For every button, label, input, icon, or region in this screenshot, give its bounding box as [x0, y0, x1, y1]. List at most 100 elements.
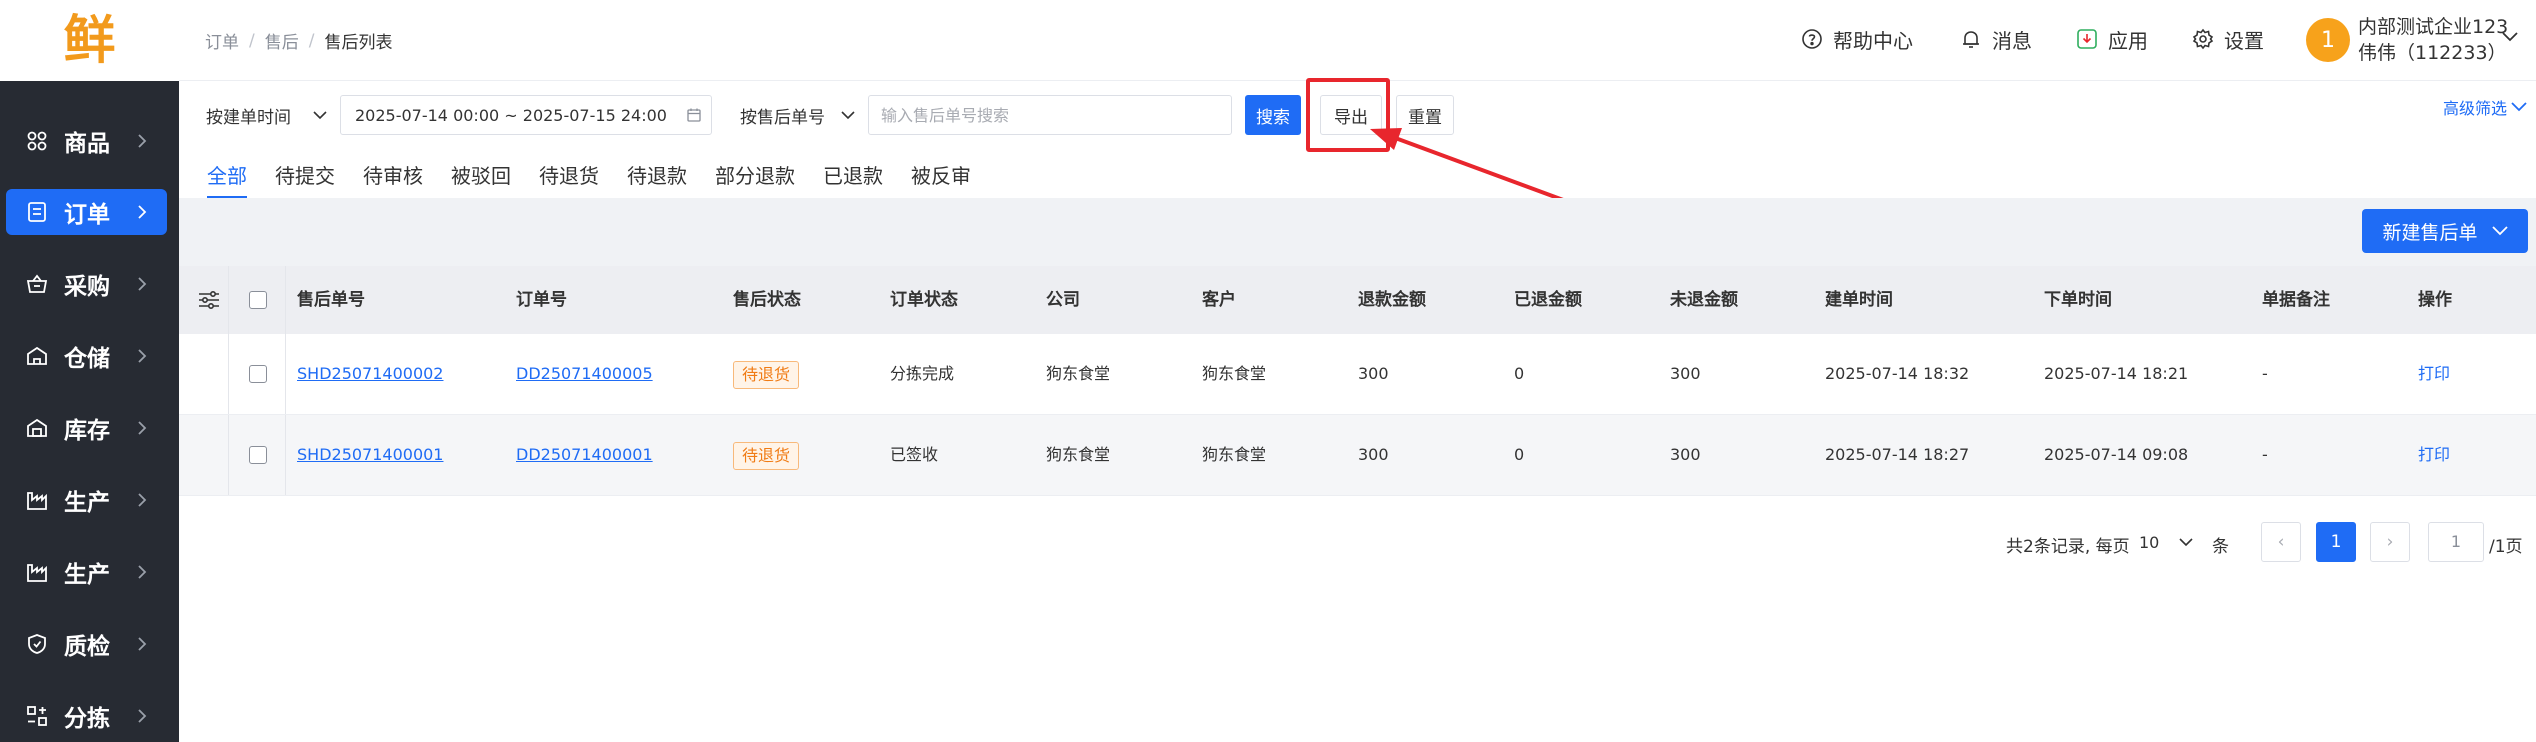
sidebar-item-production[interactable]: 生产 — [6, 477, 167, 523]
date-range-picker[interactable]: 2025-07-14 00:00 ~ 2025-07-15 24:00 — [340, 95, 712, 135]
sidebar-item-label: 采购 — [64, 274, 110, 300]
aftersale-no-link[interactable]: SHD25071400002 — [297, 364, 443, 383]
factory-icon — [24, 487, 50, 513]
total-pages: /1页 — [2489, 537, 2523, 557]
tab-reversed[interactable]: 被反审 — [911, 160, 971, 199]
apps-label: 应用 — [2108, 28, 2148, 53]
new-aftersale-button[interactable]: 新建售后单 — [2362, 209, 2528, 253]
chevron-down-icon — [2179, 537, 2193, 546]
col-refunded: 已退金额 — [1514, 290, 1582, 310]
created-at-cell: 2025-07-14 18:27 — [1825, 445, 1970, 464]
grid-icon — [24, 128, 50, 154]
avatar[interactable]: 1 — [2306, 18, 2350, 62]
customer-cell: 狗东食堂 — [1202, 364, 1267, 383]
chevron-right-icon — [135, 565, 149, 579]
sidebar-item-production-2[interactable]: 生产 — [6, 549, 167, 595]
search-button[interactable]: 搜索 — [1245, 95, 1301, 135]
chevron-right-icon — [135, 134, 149, 148]
aftersale-no-search-input[interactable] — [868, 95, 1232, 135]
row-checkbox[interactable] — [249, 446, 267, 464]
sidebar-item-sorting[interactable]: 分拣 — [6, 693, 167, 739]
basket-icon — [24, 271, 50, 297]
apps-icon — [2077, 29, 2097, 49]
column-divider — [285, 415, 286, 495]
sidebar-item-purchase[interactable]: 采购 — [6, 261, 167, 307]
export-button[interactable]: 导出 — [1320, 95, 1382, 135]
help-icon — [1802, 29, 1822, 49]
unrefunded-cell: 300 — [1670, 364, 1701, 383]
tab-partial-refund[interactable]: 部分退款 — [715, 160, 795, 199]
chevron-down-icon — [2511, 102, 2527, 112]
chevron-down-icon[interactable] — [2502, 32, 2518, 42]
table-row: SHD25071400001 DD25071400001 待退货 已签收 狗东食… — [179, 415, 2536, 496]
messages-link[interactable]: 消息 — [1960, 22, 2032, 56]
column-divider — [228, 334, 229, 414]
print-link[interactable]: 打印 — [2418, 364, 2450, 383]
advanced-filter-toggle[interactable]: 高级筛选 — [2443, 95, 2527, 119]
ordered-at-cell: 2025-07-14 18:21 — [2044, 364, 2189, 383]
reset-button[interactable]: 重置 — [1396, 95, 1454, 135]
prev-page-button[interactable]: ‹ — [2261, 522, 2301, 562]
breadcrumb-orders[interactable]: 订单 — [205, 28, 239, 53]
storage-icon — [24, 415, 50, 441]
column-settings-icon[interactable] — [198, 290, 220, 310]
search-type-select[interactable]: 按售后单号 — [740, 95, 855, 135]
page-jump-input[interactable]: 1 — [2428, 522, 2484, 562]
breadcrumb-aftersale[interactable]: 售后 — [265, 28, 299, 53]
logo: 鲜 — [0, 0, 179, 81]
help-center-link[interactable]: 帮助中心 — [1801, 22, 1913, 56]
order-status-cell: 已签收 — [890, 445, 939, 464]
logo-glyph: 鲜 — [63, 9, 116, 71]
sidebar-item-warehouse[interactable]: 仓储 — [6, 333, 167, 379]
sidebar-item-products[interactable]: 商品 — [6, 118, 167, 164]
messages-label: 消息 — [1992, 28, 2032, 53]
table-row: SHD25071400002 DD25071400005 待退货 分拣完成 狗东… — [179, 334, 2536, 415]
print-link[interactable]: 打印 — [2418, 445, 2450, 464]
account-info[interactable]: 内部测试企业123 伟伟（112233） — [2358, 14, 2508, 66]
page-size-value: 10 — [2139, 532, 2160, 552]
col-created-at: 建单时间 — [1825, 290, 1893, 310]
settings-label: 设置 — [2224, 28, 2264, 53]
settings-link[interactable]: 设置 — [2192, 22, 2264, 56]
tab-pending-review[interactable]: 待审核 — [363, 160, 423, 199]
tab-rejected[interactable]: 被驳回 — [451, 160, 511, 199]
order-no-link[interactable]: DD25071400001 — [516, 445, 653, 464]
order-no-link[interactable]: DD25071400005 — [516, 364, 653, 383]
tab-pending-refund[interactable]: 待退款 — [627, 160, 687, 199]
tab-pending-submit[interactable]: 待提交 — [275, 160, 335, 199]
apps-link[interactable]: 应用 — [2076, 22, 2148, 56]
unrefunded-cell: 300 — [1670, 445, 1701, 464]
col-actions: 操作 — [2418, 290, 2452, 310]
col-order-status: 订单状态 — [890, 290, 958, 310]
chevron-down-icon — [2491, 226, 2508, 236]
chevron-down-icon — [841, 110, 855, 119]
aftersale-no-link[interactable]: SHD25071400001 — [297, 445, 443, 464]
row-checkbox[interactable] — [249, 365, 267, 383]
chevron-down-icon — [313, 110, 327, 119]
tab-refunded[interactable]: 已退款 — [823, 160, 883, 199]
date-range-value: 2025-07-14 00:00 ~ 2025-07-15 24:00 — [355, 105, 667, 125]
refund-amount-cell: 300 — [1358, 364, 1389, 383]
sidebar-item-label: 库存 — [64, 418, 110, 444]
sidebar-item-label: 生产 — [64, 490, 110, 516]
time-type-select[interactable]: 按建单时间 — [206, 95, 327, 135]
sidebar-item-quality[interactable]: 质检 — [6, 621, 167, 667]
page-size-unit: 条 — [2212, 537, 2229, 557]
col-remark: 单据备注 — [2262, 290, 2330, 310]
chevron-right-icon — [135, 277, 149, 291]
refunded-cell: 0 — [1514, 364, 1525, 383]
page-size-select[interactable]: 10 — [2127, 522, 2207, 562]
sidebar-item-inventory[interactable]: 库存 — [6, 405, 167, 451]
receipt-icon — [24, 199, 50, 225]
select-all-checkbox[interactable] — [249, 291, 267, 309]
sidebar-item-orders[interactable]: 订单 — [6, 189, 167, 235]
tab-pending-return[interactable]: 待退货 — [539, 160, 599, 199]
tab-all[interactable]: 全部 — [207, 160, 247, 199]
sidebar: 鲜 商品 订单 采购 仓储 库存 生产 生产 质检 分拣 — [0, 0, 179, 742]
sidebar-item-label: 仓储 — [64, 346, 110, 372]
next-page-button[interactable]: › — [2370, 522, 2410, 562]
company-name: 内部测试企业123 — [2358, 16, 2509, 38]
page-1-button[interactable]: 1 — [2316, 522, 2356, 562]
toolbar-area — [179, 198, 2536, 266]
breadcrumb-separator: / — [308, 30, 315, 51]
